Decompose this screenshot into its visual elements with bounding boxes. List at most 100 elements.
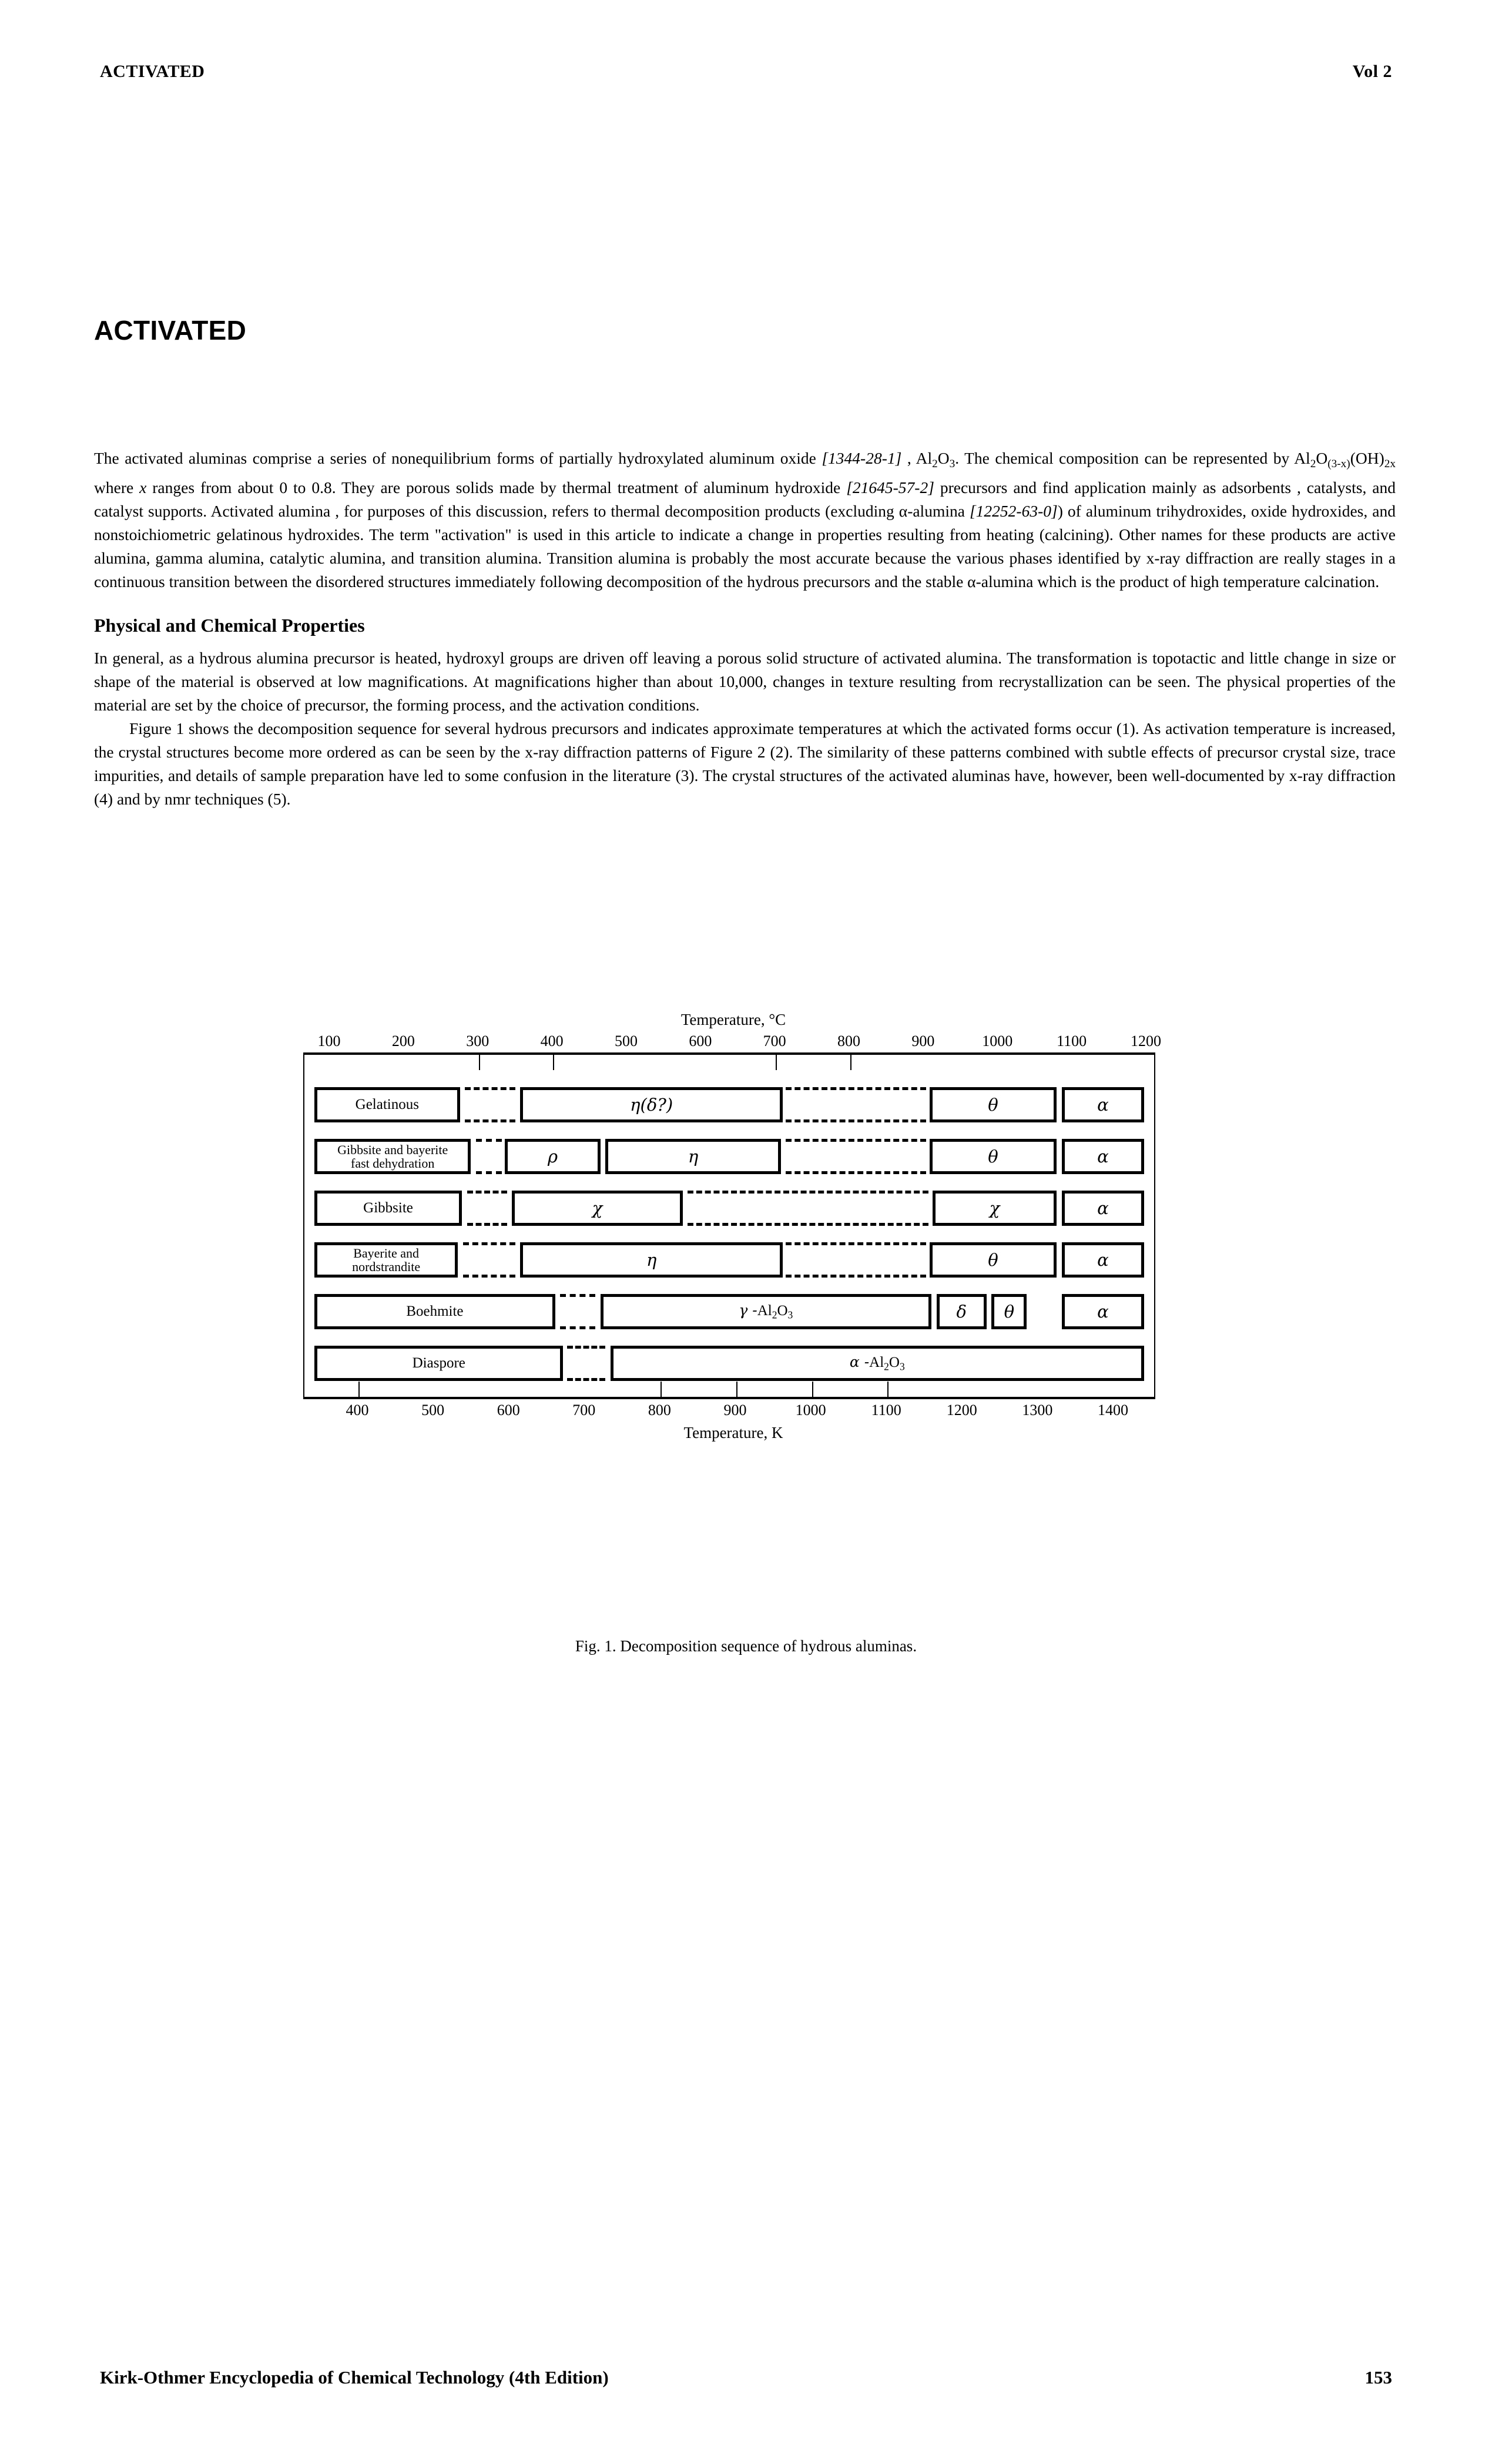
- figure-phase-segment: θ: [929, 1139, 1057, 1174]
- figure-transition-segment: [475, 1139, 502, 1174]
- figure-transition-segment: [688, 1191, 928, 1226]
- figure-phase-segment: η(δ?): [520, 1087, 783, 1122]
- figure-transition-segment: [462, 1242, 515, 1278]
- figure-phase-segment: α: [1061, 1087, 1144, 1122]
- figure-segment-label: Gelatinous: [355, 1096, 419, 1112]
- running-head: ACTIVATED Vol 2: [100, 62, 1392, 82]
- axis-tick-mark: [478, 1055, 480, 1070]
- figure-phase-segment: Bayerite and nordstrandite: [314, 1242, 458, 1278]
- p1-text-d: (OH): [1350, 449, 1384, 467]
- bottom-tick-label: 500: [421, 1402, 445, 1419]
- figure-phase-segment: θ: [929, 1087, 1057, 1122]
- paragraph-1: The activated aluminas comprise a series…: [94, 449, 1396, 591]
- figure-phase-segment: χ: [512, 1191, 683, 1226]
- running-head-right: Vol 2: [1352, 62, 1392, 81]
- paragraph-2: In general, as a hydrous alumina precurs…: [94, 648, 1396, 714]
- formula-sub: 2: [932, 457, 938, 470]
- figure-transition-segment: [786, 1139, 927, 1174]
- running-head-left: ACTIVATED: [100, 62, 205, 81]
- cas-number-2: [21645-57-2]: [846, 478, 934, 497]
- page-number: 153: [1364, 2367, 1393, 2388]
- figure-phase-segment: η: [520, 1242, 783, 1278]
- figure-segment-label: Gibbsite and bayerite fast dehydration: [337, 1142, 448, 1171]
- figure-row: Bayerite and nordstrandite η θ α: [304, 1242, 1154, 1278]
- figure-phase-segment: α -Al2O3: [610, 1346, 1144, 1381]
- figure-transition-segment: [786, 1087, 927, 1122]
- figure-caption: Fig. 1. Decomposition sequence of hydrou…: [575, 1637, 917, 1655]
- axis-tick-mark: [736, 1382, 737, 1397]
- p1-text-a: The activated aluminas comprise a series…: [94, 449, 822, 467]
- figure-segment-label: γ -Al2O3: [739, 1302, 793, 1321]
- p1-text-e: where: [94, 478, 140, 497]
- bottom-tick-label: 1300: [1022, 1402, 1053, 1419]
- figure-row: Gibbsite and bayerite fast dehydration ρ η θ…: [304, 1139, 1154, 1174]
- figure-segment-label: θ: [988, 1094, 998, 1115]
- axis-tick-mark: [887, 1382, 889, 1397]
- formula-sub: (3-x): [1327, 457, 1350, 470]
- figure-phase-segment: η: [605, 1139, 781, 1174]
- footer-source: Kirk-Othmer Encyclopedia of Chemical Tec…: [100, 2367, 609, 2388]
- bottom-tick-label: 1400: [1098, 1402, 1128, 1419]
- top-tick-label: 300: [466, 1032, 489, 1050]
- top-tick-label: 900: [911, 1032, 935, 1050]
- figure-segment-label: Boehmite: [406, 1303, 464, 1319]
- axis-tick-mark: [776, 1055, 777, 1070]
- bottom-tick-label: 1200: [946, 1402, 977, 1419]
- figure-row: Gelatinous η(δ?) θ α: [304, 1087, 1154, 1122]
- page-footer: Kirk-Othmer Encyclopedia of Chemical Tec…: [100, 2367, 1392, 2388]
- figure-bottom-axis-label: Temperature, K: [683, 1424, 783, 1441]
- figure-phase-segment: θ: [929, 1242, 1057, 1278]
- figure-segment-label: α: [1097, 1198, 1109, 1218]
- paragraph-3: Figure 1 shows the decomposition sequenc…: [94, 719, 1396, 808]
- figure-transition-segment: [567, 1346, 606, 1381]
- figure-segment-label: χ: [592, 1198, 603, 1218]
- figure-phase-segment: α: [1061, 1191, 1144, 1226]
- figure-segment-label: η: [646, 1249, 657, 1270]
- figure-phase-segment: α: [1061, 1242, 1144, 1278]
- formula-sub: 2: [1310, 457, 1316, 470]
- figure-segment-label: θ: [988, 1249, 998, 1270]
- top-tick-label: 1200: [1131, 1032, 1161, 1050]
- figure-phase-segment: Boehmite: [314, 1294, 555, 1329]
- p1-text-b: , Al: [901, 449, 933, 467]
- top-tick-label: 800: [837, 1032, 861, 1050]
- figure-phase-segment: ρ: [505, 1139, 601, 1174]
- article-body: The activated aluminas comprise a series…: [94, 447, 1396, 811]
- figure-phase-segment: Gibbsite and bayerite fast dehydration: [314, 1139, 471, 1174]
- bottom-tick-label: 900: [723, 1402, 747, 1419]
- figure-transition-segment: [560, 1294, 596, 1329]
- bottom-tick-label: 1100: [871, 1402, 901, 1419]
- axis-tick-mark: [850, 1055, 851, 1070]
- figure-transition-segment: [786, 1242, 927, 1278]
- figure-transition-segment: [465, 1087, 515, 1122]
- top-tick-label: 500: [614, 1032, 638, 1050]
- figure-row: Boehmite γ -Al2O3 δ θ α: [304, 1294, 1154, 1329]
- document-page: ACTIVATED Vol 2 ACTIVATED The activated …: [0, 0, 1492, 2464]
- figure-bottom-axis-ticks: 400 500 600 700 800 900 1000 1100 1200 1300 1400: [303, 1402, 1155, 1422]
- figure-row: Diaspore α -Al2O3: [304, 1346, 1154, 1381]
- cas-number-1: [1344-28-1]: [822, 449, 902, 467]
- axis-tick-mark: [812, 1382, 813, 1397]
- section-heading: Physical and Chemical Properties: [94, 614, 365, 636]
- bottom-tick-label: 700: [572, 1402, 596, 1419]
- figure-segment-label: α: [1097, 1094, 1109, 1115]
- figure-top-axis-ticks: 100 200 300 400 500 600 700 800 900 1000 1100 1200: [303, 1032, 1162, 1052]
- variable-x: x: [139, 478, 147, 497]
- figure-segment-label: α: [1097, 1146, 1109, 1166]
- figure-transition-segment: [467, 1191, 507, 1226]
- top-tick-label: 100: [317, 1032, 341, 1050]
- p1-text-c: . The chemical composition can be repres…: [955, 449, 1310, 467]
- figure-phase-segment: Diaspore: [314, 1346, 564, 1381]
- axis-tick-mark: [358, 1382, 360, 1397]
- figure-phase-segment: δ: [936, 1294, 987, 1329]
- page-title: ACTIVATED: [94, 315, 247, 346]
- top-tick-label: 600: [689, 1032, 712, 1050]
- axis-tick-mark: [553, 1055, 555, 1070]
- figure-phase-segment: Gelatinous: [314, 1087, 460, 1122]
- bottom-tick-label: 600: [497, 1402, 520, 1419]
- figure-segment-label: δ: [956, 1301, 967, 1322]
- figure-segment-label: θ: [1004, 1301, 1015, 1322]
- top-tick-label: 400: [540, 1032, 564, 1050]
- axis-tick-mark: [660, 1382, 662, 1397]
- figure-segment-label: θ: [988, 1146, 998, 1166]
